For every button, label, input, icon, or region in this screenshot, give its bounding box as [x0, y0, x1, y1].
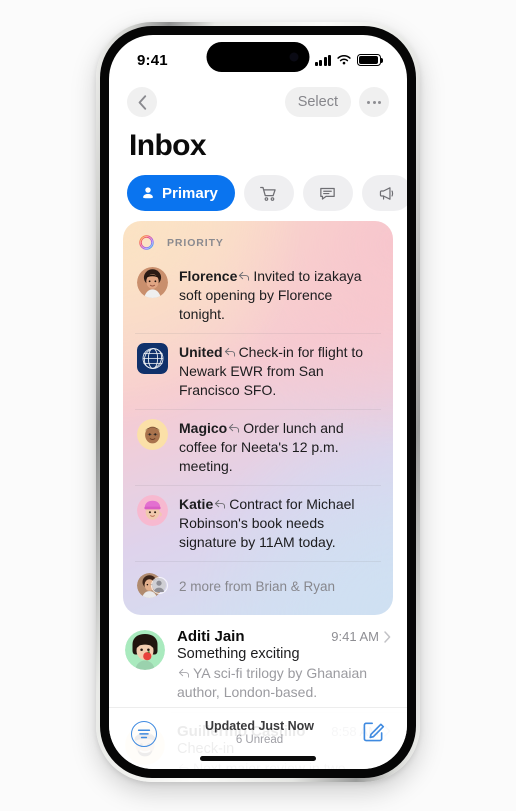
bottom-toolbar: Updated Just Now 6 Unread: [109, 707, 407, 769]
wifi-icon: [337, 55, 351, 65]
mail-item-snippet-text: YA sci-fi trilogy by Ghanaian author, Lo…: [177, 665, 368, 701]
more-options-button[interactable]: [359, 87, 389, 117]
reply-arrow-icon: [239, 271, 250, 281]
mail-item-time: 9:41 AM: [331, 629, 379, 645]
dynamic-island: [206, 42, 310, 72]
priority-more-label: 2 more from Brian & Ryan: [179, 579, 336, 595]
avatar: [151, 577, 168, 595]
chevron-right-icon: [384, 631, 391, 643]
priority-item[interactable]: Katie Contract for Michael Robinson's boo…: [135, 485, 381, 561]
sync-status: Updated Just Now 6 Unread: [157, 719, 362, 748]
mail-item-snippet: YA sci-fi trilogy by Ghanaian author, Lo…: [177, 664, 391, 702]
page-title: Inbox: [129, 129, 207, 162]
reply-arrow-icon: [178, 669, 190, 679]
tab-promotions[interactable]: [361, 175, 407, 211]
priority-item[interactable]: Magico Order lunch and coffee for Neeta's…: [135, 409, 381, 485]
reply-arrow-icon: [229, 424, 240, 433]
cart-icon: [260, 186, 277, 201]
tab-transactions[interactable]: [243, 175, 294, 211]
device-screen: 9:41 Select Inbox Primary PRIORITY Flore…: [109, 35, 407, 769]
device-bezel: 9:41 Select Inbox Primary PRIORITY Flore…: [100, 26, 416, 778]
status-bar-indicators: [314, 48, 384, 66]
priority-summary-card[interactable]: PRIORITY Florence Invited to izakaya sof…: [123, 221, 393, 615]
avatar: [137, 495, 168, 527]
battery-icon: [357, 54, 384, 66]
filter-button[interactable]: [131, 720, 157, 747]
compose-button[interactable]: [362, 720, 385, 748]
priority-item-sender: Magico: [179, 420, 228, 437]
apple-intelligence-ring-icon: [137, 233, 156, 252]
avatar: [125, 630, 165, 671]
priority-item-text: Katie Contract for Michael Robinson's boo…: [179, 494, 381, 552]
priority-item[interactable]: Florence Invited to izakaya soft opening …: [135, 258, 381, 333]
avatar: [137, 419, 168, 451]
reply-arrow-icon: [215, 500, 226, 509]
priority-item-sender: Katie: [179, 496, 214, 513]
navigation-bar: Select: [109, 79, 407, 121]
tab-primary-label: Primary: [162, 184, 218, 202]
compose-icon: [363, 722, 385, 741]
status-bar-time: 9:41: [137, 51, 168, 69]
tab-updates[interactable]: [302, 175, 353, 211]
select-button[interactable]: Select: [284, 87, 351, 117]
filter-icon: [137, 729, 151, 738]
priority-item[interactable]: United Check-in for flight to Newark EWR …: [135, 333, 381, 409]
priority-more-row[interactable]: 2 more from Brian & Ryan: [135, 561, 381, 603]
megaphone-icon: [380, 186, 394, 200]
mail-list-item[interactable]: Aditi Jain 9:41 AM Something exciting YA…: [109, 617, 407, 712]
mailbox-filter-tabs: Primary: [109, 163, 407, 221]
reply-arrow-icon: [224, 348, 235, 357]
mail-item-header: Aditi Jain 9:41 AM: [177, 628, 391, 645]
tab-primary[interactable]: Primary: [127, 175, 235, 211]
priority-header-label: PRIORITY: [167, 236, 224, 249]
ellipsis-icon: [367, 100, 381, 104]
front-camera-icon: [289, 52, 299, 62]
person-icon: [143, 187, 153, 199]
priority-item-text: Magico Order lunch and coffee for Neeta's…: [179, 418, 381, 476]
priority-item-text: Florence Invited to izakaya soft opening …: [179, 266, 381, 324]
select-button-label: Select: [297, 94, 338, 110]
priority-item-sender: Florence: [179, 268, 238, 284]
priority-item-sender: United: [179, 344, 223, 361]
avatar-stack: [137, 571, 168, 602]
mail-item-meta: 9:41 AM: [331, 629, 391, 644]
back-button[interactable]: [127, 87, 157, 117]
nav-right-group: Select: [284, 87, 389, 117]
status-bar: 9:41: [109, 35, 407, 79]
sync-status-title: Updated Just Now: [204, 719, 315, 733]
chat-bubble-icon: [320, 187, 336, 200]
priority-header: PRIORITY: [135, 231, 381, 258]
home-indicator: [200, 756, 316, 761]
iphone-device: 9:41 Select Inbox Primary PRIORITY Flore…: [96, 22, 420, 782]
cellular-signal-icon: [314, 54, 331, 66]
chevron-left-icon: [138, 94, 146, 110]
avatar: [137, 267, 168, 298]
unread-count: 6 Unread: [235, 734, 284, 746]
priority-item-text: United Check-in for flight to Newark EWR …: [179, 342, 381, 400]
screenshot-stage: 9:41 Select Inbox Primary PRIORITY Flore…: [0, 0, 516, 811]
mail-item-sender: Aditi Jain: [177, 628, 245, 646]
mail-item-subject: Something exciting: [177, 646, 300, 663]
avatar: [137, 343, 168, 375]
mail-item-body: Aditi Jain 9:41 AM Something exciting YA…: [177, 628, 391, 702]
